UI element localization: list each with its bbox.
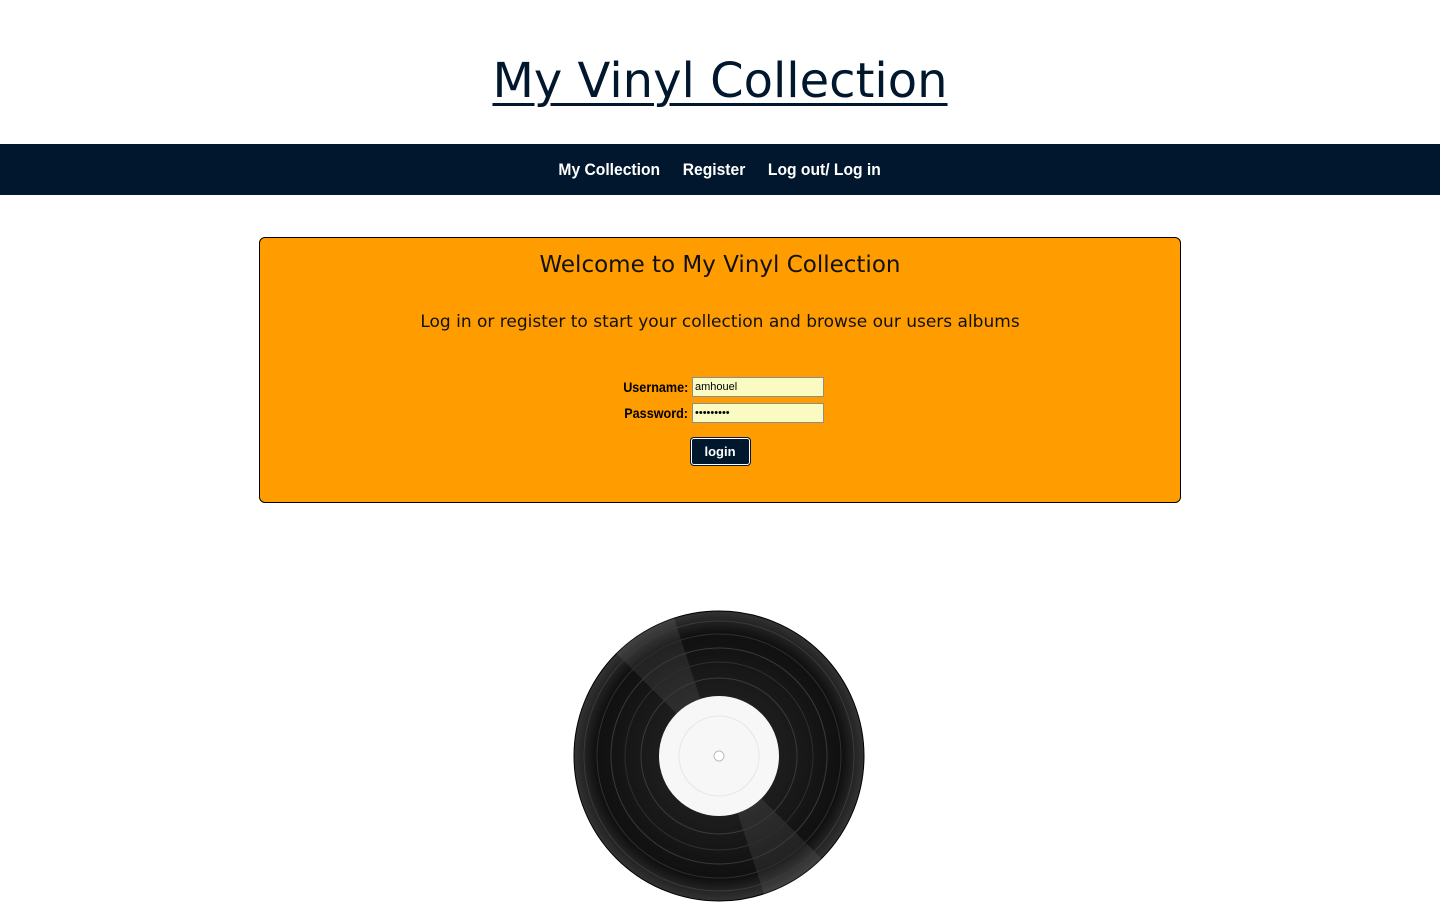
password-label: Password: (624, 405, 688, 421)
username-row: Username: (616, 374, 824, 400)
login-panel: Welcome to My Vinyl Collection Log in or… (259, 237, 1181, 503)
login-button[interactable]: login (690, 438, 750, 465)
nav-logout-login[interactable]: Log out/ Log in (768, 160, 881, 180)
login-form: Username: Password: login (260, 374, 1180, 465)
vinyl-record-icon (573, 610, 865, 902)
welcome-subtitle: Log in or register to start your collect… (420, 312, 1020, 332)
welcome-heading: Welcome to My Vinyl Collection (539, 252, 901, 278)
password-row: Password: (616, 400, 824, 426)
main-nav: My Collection Register Log out/ Log in (0, 144, 1440, 195)
password-field[interactable] (692, 403, 824, 423)
site-title-link[interactable]: My Vinyl Collection (492, 53, 947, 109)
nav-my-collection[interactable]: My Collection (559, 160, 661, 180)
site-title: My Vinyl Collection (0, 48, 1440, 114)
username-label: Username: (623, 379, 689, 395)
nav-register[interactable]: Register (683, 160, 746, 180)
username-field[interactable] (692, 377, 824, 397)
